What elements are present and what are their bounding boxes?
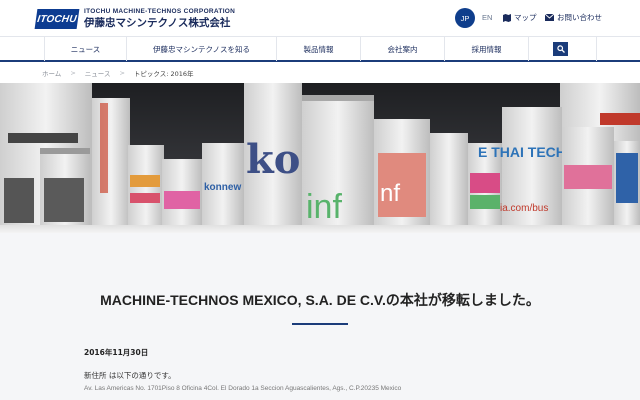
breadcrumb-current: トピックス: 2016年 — [133, 70, 194, 78]
breadcrumb: ホーム > ニュース > トピックス: 2016年 — [42, 66, 194, 80]
hero-label-3: inf — [306, 188, 342, 226]
breadcrumb-news[interactable]: ニュース — [85, 68, 111, 78]
main-nav: ニュース 伊藤忠マシンテクノスを知る 製品情報 会社案内 採用情報 — [0, 36, 640, 62]
map-icon — [503, 13, 511, 22]
hero-label-2: ko — [246, 136, 300, 183]
contact-link[interactable]: お問い合わせ — [545, 12, 602, 23]
nav-products[interactable]: 製品情報 — [276, 37, 360, 61]
breadcrumb-separator: > — [119, 69, 125, 77]
logo-text: ITOCHU MACHINE-TECHNOS CORPORATION 伊藤忠マシ… — [84, 8, 235, 30]
nav-company[interactable]: 会社案内 — [360, 37, 444, 61]
nav-recruit[interactable]: 採用情報 — [444, 37, 528, 61]
breadcrumb-separator: > — [70, 69, 76, 77]
lang-jp-button[interactable]: JP — [455, 8, 475, 28]
article-title: MACHINE-TECHNOS MEXICO, S.A. DE C.V.の本社が… — [100, 292, 540, 308]
company-name-en: ITOCHU MACHINE-TECHNOS CORPORATION — [84, 8, 236, 15]
contact-label: お問い合わせ — [557, 13, 602, 22]
hero-label-5: E THAI TECH — [478, 144, 566, 160]
lang-en-link[interactable]: EN — [482, 13, 492, 22]
map-label: マップ — [514, 13, 537, 22]
logo-mark: ITOCHU — [34, 9, 80, 29]
nav-news[interactable]: ニュース — [44, 37, 126, 61]
title-underline — [292, 323, 348, 325]
hero-image: konnew ko inf nf E THAI TECH ia.com/bus — [0, 83, 640, 233]
site-header: ITOCHU ITOCHU MACHINE-TECHNOS CORPORATIO… — [0, 0, 640, 36]
company-logo[interactable]: ITOCHU ITOCHU MACHINE-TECHNOS CORPORATIO… — [34, 8, 235, 30]
search-icon — [556, 45, 565, 53]
hero-label-6: ia.com/bus — [500, 203, 548, 214]
nav-about[interactable]: 伊藤忠マシンテクノスを知る — [126, 37, 276, 61]
article-address: Av. Las Americas No. 1701Piso 8 Oficina … — [84, 385, 402, 392]
mail-icon — [545, 14, 554, 21]
nav-divider — [596, 37, 597, 61]
hero-label-1: konnew — [204, 182, 241, 193]
hero-label-4: nf — [380, 180, 400, 207]
company-name-ja: 伊藤忠マシンテクノス株式会社 — [84, 17, 231, 29]
article-date: 2016年11月30日 — [84, 348, 149, 357]
map-link[interactable]: マップ — [503, 12, 537, 23]
search-button[interactable] — [553, 42, 568, 56]
breadcrumb-home[interactable]: ホーム — [42, 68, 61, 78]
article-lead: 新住所 は以下の通りです。 — [84, 371, 176, 380]
newspapers-illustration: konnew ko inf nf E THAI TECH ia.com/bus — [0, 83, 640, 233]
